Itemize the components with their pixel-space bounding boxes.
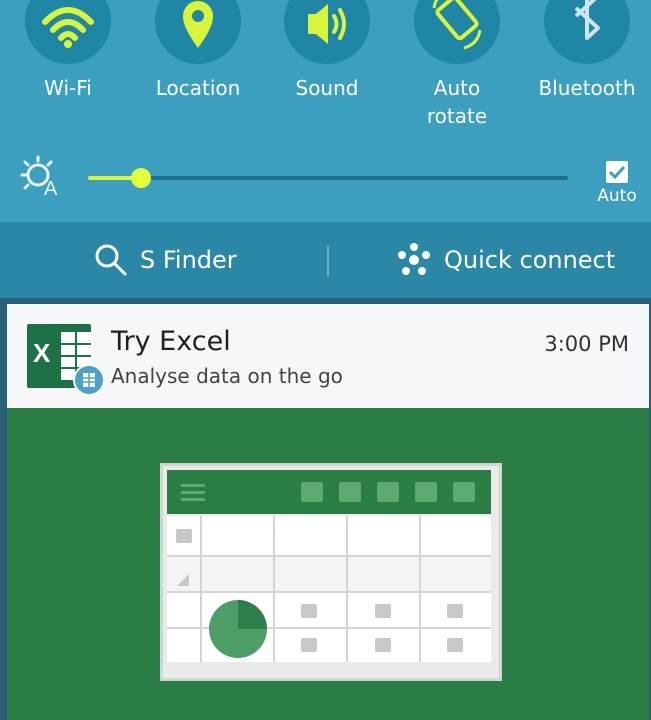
checkbox-checked-icon [606,161,628,183]
excel-notification-card[interactable]: X Try Excel Analyse data on the go 3:00 … [7,304,649,720]
cell-square-icon [301,604,317,618]
quick-connect-label: Quick connect [444,246,616,274]
menu-icon [181,484,205,501]
notification-subtitle: Analyse data on the go [111,364,343,388]
cell-square-icon [301,638,317,652]
brightness-slider[interactable] [88,168,568,188]
bluetooth-label: Bluetooth [538,76,636,100]
toolbar-square-icon [301,482,323,502]
excel-letter: X [33,338,51,368]
brightness-slider-thumb[interactable] [131,168,151,188]
auto-brightness-label: Auto [597,186,637,206]
notification-badge-icon [73,364,105,396]
spreadsheet-illustration [160,463,502,681]
s-finder-label: S Finder [140,246,237,274]
toolbar-square-icon [339,482,361,502]
notification-title: Try Excel [111,326,231,357]
sound-toggle-circle[interactable] [284,0,370,64]
s-finder-button[interactable]: S Finder [94,222,237,298]
pie-chart-icon [209,600,267,658]
toolbar-square-icon [377,482,399,502]
quick-connect-button[interactable]: Quick connect [396,222,615,298]
auto-brightness-checkbox[interactable] [605,160,629,184]
svg-text:A: A [44,178,58,199]
sound-label: Sound [295,76,359,100]
quick-connect-icon [398,243,430,275]
wifi-icon [42,7,94,48]
location-pin-icon [183,1,213,48]
wifi-label: Wi-Fi [44,76,92,100]
location-label: Location [155,76,241,100]
toolbar-square-icon [453,482,475,502]
finder-divider [327,246,329,276]
cell-square-icon [447,604,463,618]
cell-square-icon [176,529,192,543]
excel-promo-banner[interactable] [7,408,649,720]
search-icon [95,244,127,276]
auto-brightness-icon: A [18,155,64,203]
quick-settings-panel: Wi-Fi Location Sound Auto rotate Bluetoo… [0,0,651,222]
bluetooth-toggle-circle[interactable] [544,0,630,64]
auto-rotate-label: Auto rotate [426,76,488,128]
location-toggle-circle[interactable] [155,0,241,64]
auto-rotate-icon [432,0,482,50]
cell-square-icon [375,604,391,618]
spreadsheet-toolbar [167,470,491,514]
cell-square-icon [375,638,391,652]
finder-bar: S Finder Quick connect [0,222,651,298]
speaker-icon [308,4,346,44]
auto-rotate-toggle-circle[interactable] [414,0,500,64]
notification-header[interactable]: X Try Excel Analyse data on the go 3:00 … [7,304,649,408]
cell-square-icon [447,638,463,652]
bluetooth-icon [574,0,600,40]
spreadsheet-grid [167,516,491,662]
notification-time: 3:00 PM [544,332,629,356]
toolbar-square-icon [415,482,437,502]
wifi-toggle-circle[interactable] [25,0,111,64]
